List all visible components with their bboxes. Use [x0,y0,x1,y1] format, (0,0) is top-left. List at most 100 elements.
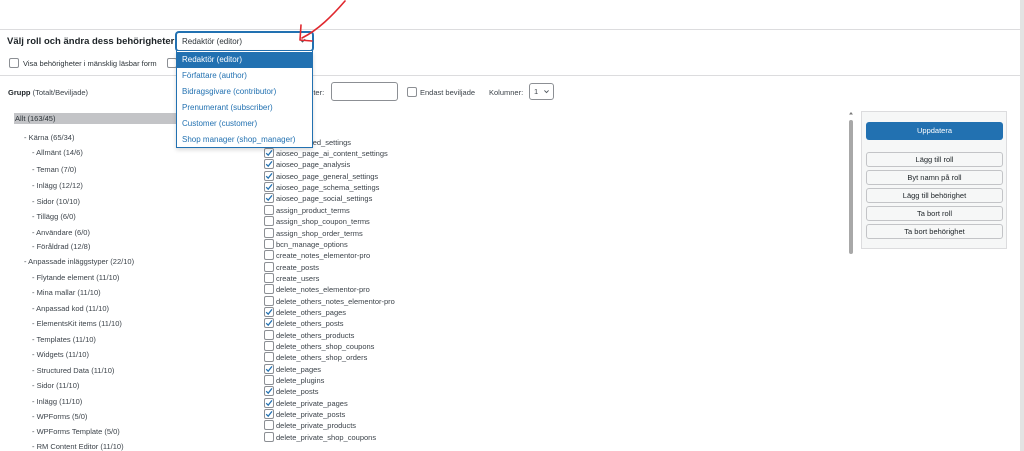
capability-label: create_users [276,274,320,283]
annotation-arrow-icon [299,0,346,42]
scroll-up-icon[interactable] [848,110,854,116]
capability-checkbox[interactable] [264,171,274,181]
filter-input[interactable] [331,82,398,101]
capability-checkbox[interactable] [264,159,274,169]
group-heading: Grupp (Totalt/Beviljade) [8,88,88,97]
capability-label: aioseo_page_analysis [276,160,351,169]
group-item[interactable]: - WPForms Template (5/0) [32,427,120,436]
scroll-thumb[interactable] [849,120,853,254]
group-item[interactable]: - Användare (6/0) [32,228,90,237]
capability-label: delete_others_posts [276,319,344,328]
capability-scrollbar[interactable] [848,110,854,451]
capability-label: create_notes_elementor-pro [276,251,371,260]
group-item[interactable]: - Tillägg (6/0) [32,212,76,221]
capability-label: aioseo_page_general_settings [276,172,379,181]
checkmark-icon [265,365,273,373]
group-item[interactable]: - Sidor (10/10) [32,197,80,206]
capability-label: delete_others_shop_orders [276,353,368,362]
group-item[interactable]: - Structured Data (11/10) [32,366,114,375]
chevron-down-icon [544,90,549,94]
capability-checkbox[interactable] [264,148,274,158]
capability-checkbox[interactable] [264,205,274,215]
capability-checkbox[interactable] [264,228,274,238]
capability-checkbox[interactable] [264,386,274,396]
delete-capability-button[interactable]: Ta bort behörighet [866,224,1003,239]
capability-checkbox[interactable] [264,432,274,442]
granted-only-label: Endast beviljade [420,88,476,97]
group-item[interactable]: - RM Content Editor (11/10) [32,442,124,451]
group-item[interactable]: - Widgets (11/10) [32,350,89,359]
role-option-author[interactable]: Författare (author) [177,68,312,84]
group-item[interactable]: - Teman (7/0) [32,165,76,174]
capability-checkbox[interactable] [264,262,274,272]
role-select-value: Redaktör (editor) [182,37,243,46]
group-item[interactable]: - Sidor (11/10) [32,381,79,390]
group-item-label: Allt (163/45) [15,114,56,123]
role-option-contributor[interactable]: Bidragsgivare (contributor) [177,84,312,100]
capability-checkbox[interactable] [264,375,274,385]
checkmark-icon [265,194,273,202]
capability-label: delete_private_shop_coupons [276,433,377,442]
group-item[interactable]: - Kärna (65/34) [24,133,74,142]
capability-label: aioseo_page_ai_content_settings [276,149,388,158]
main-content: Välj roll och ändra dess behörigheter: R… [0,0,1020,451]
top-strip [0,0,1020,29]
role-option-editor[interactable]: Redaktör (editor) [177,52,312,68]
capability-checkbox[interactable] [264,420,274,430]
capability-checkbox[interactable] [264,284,274,294]
capability-label: aioseo_page_schema_settings [276,183,380,192]
columns-select[interactable]: 1 [529,83,554,100]
capability-checkbox[interactable] [264,318,274,328]
capability-checkbox[interactable] [264,352,274,362]
capability-label: create_posts [276,263,319,272]
capability-checkbox[interactable] [264,341,274,351]
add-capability-button[interactable]: Lägg till behörighet [866,188,1003,203]
group-item[interactable]: - Mina mallar (11/10) [32,288,101,297]
columns-label: Kolumner: [489,88,524,97]
add-role-button[interactable]: Lägg till roll [866,152,1003,167]
capability-label: delete_others_pages [276,308,347,317]
checkmark-icon [265,387,273,395]
capability-checkbox[interactable] [264,307,274,317]
group-item[interactable]: - Allmänt (14/6) [32,148,83,157]
page-heading: Välj roll och ändra dess behörigheter: [7,36,178,47]
group-item[interactable]: - Anpassad kod (11/10) [32,304,109,313]
capability-checkbox[interactable] [264,409,274,419]
capability-checkbox[interactable] [264,364,274,374]
capability-label: delete_private_posts [276,410,346,419]
delete-role-button[interactable]: Ta bort roll [866,206,1003,221]
role-option-customer[interactable]: Customer (customer) [177,116,312,132]
group-item[interactable]: - Inlägg (12/12) [32,181,83,190]
role-option-subscriber[interactable]: Prenumerant (subscriber) [177,100,312,116]
group-item[interactable]: - Flytande element (11/10) [32,273,119,282]
capability-checkbox[interactable] [264,182,274,192]
capability-checkbox[interactable] [264,273,274,283]
rename-role-button[interactable]: Byt namn på roll [866,170,1003,185]
granted-only-checkbox[interactable] [407,87,417,97]
capability-checkbox[interactable] [264,216,274,226]
update-button[interactable]: Uppdatera [866,122,1003,140]
checkmark-icon [265,308,273,316]
group-item[interactable]: - Anpassade inläggstyper (22/10) [24,257,134,266]
group-item[interactable]: - ElementsKit items (11/10) [32,319,122,328]
group-item[interactable]: - WPForms (5/0) [32,412,87,421]
capability-checkbox[interactable] [264,330,274,340]
capability-label: delete_others_products [276,331,355,340]
capability-checkbox[interactable] [264,296,274,306]
role-option-shop-manager[interactable]: Shop manager (shop_manager) [177,132,312,148]
checkmark-icon [265,399,273,407]
capability-checkbox[interactable] [264,193,274,203]
page-scrollbar[interactable] [1020,0,1024,451]
columns-select-value: 1 [534,87,539,96]
capability-checkbox[interactable] [264,250,274,260]
capability-checkbox[interactable] [264,398,274,408]
capability-label: delete_private_products [276,421,357,430]
capability-label: delete_posts [276,387,319,396]
group-item[interactable]: - Inlägg (11/10) [32,397,82,406]
group-item[interactable]: - Föråldrad (12/8) [32,242,90,251]
group-item[interactable]: - Templates (11/10) [32,335,96,344]
capability-checkbox[interactable] [264,239,274,249]
capability-label: assign_shop_order_terms [276,229,363,238]
readable-form-checkbox[interactable] [9,58,19,68]
capability-label: delete_others_shop_coupons [276,342,375,351]
